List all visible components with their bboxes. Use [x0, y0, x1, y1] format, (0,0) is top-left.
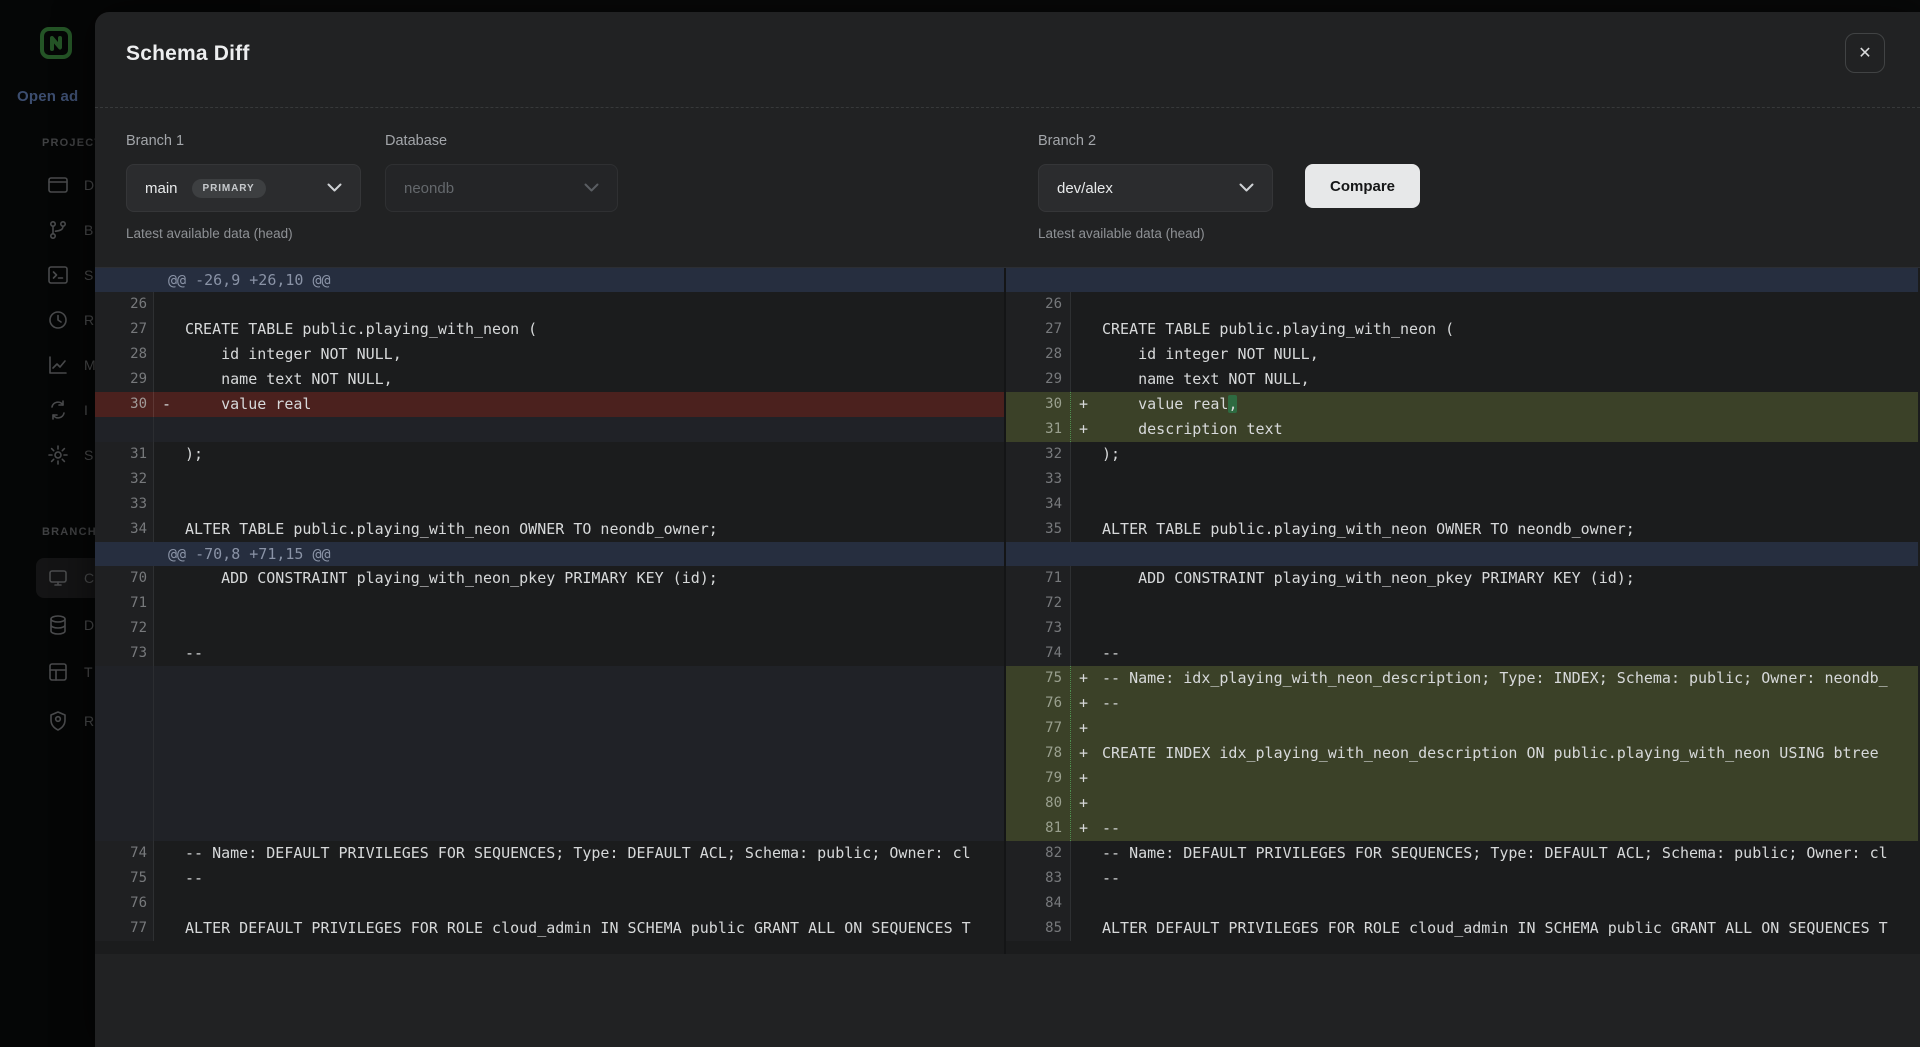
diff-row: 33 — [1006, 467, 1918, 492]
diff-row — [95, 417, 1004, 442]
diff-row: 26 — [1006, 292, 1918, 317]
diff-row: 84 — [1006, 891, 1918, 916]
diff-row: 73-- — [95, 641, 1004, 666]
database-label: Database — [385, 133, 447, 149]
diff-row: 80+ — [1006, 791, 1918, 816]
diff-row: 32); — [1006, 442, 1918, 467]
diff-row: 83-- — [1006, 866, 1918, 891]
diff-row: @@ -26,9 +26,10 @@ — [95, 268, 1004, 292]
diff-row: 77+ — [1006, 716, 1918, 741]
branch1-select[interactable]: main PRIMARY — [126, 164, 361, 212]
header-divider — [95, 107, 1920, 108]
diff-row: 34 — [1006, 492, 1918, 517]
screen: Open ad PROJECT BRANCH DBSRMISCDTR Schem… — [0, 0, 1920, 1047]
diff-row — [95, 766, 1004, 791]
diff-row: 74-- — [1006, 641, 1918, 666]
diff-row: 72 — [1006, 591, 1918, 616]
schema-diff-modal: Schema Diff ✕ Branch 1 main PRIMARY Late… — [95, 12, 1920, 1047]
compare-button[interactable]: Compare — [1305, 164, 1420, 208]
branch2-label: Branch 2 — [1038, 133, 1096, 149]
branch1-value: main — [145, 180, 178, 197]
chevron-down-icon — [584, 179, 599, 197]
diff-row: 29 name text NOT NULL, — [95, 367, 1004, 392]
diff-row: 70 ADD CONSTRAINT playing_with_neon_pkey… — [95, 566, 1004, 591]
diff-row: 29 name text NOT NULL, — [1006, 367, 1918, 392]
diff-row — [95, 691, 1004, 716]
diff-row: 85ALTER DEFAULT PRIVILEGES FOR ROLE clou… — [1006, 916, 1918, 941]
diff-row: 28 id integer NOT NULL, — [1006, 342, 1918, 367]
diff-row: 77ALTER DEFAULT PRIVILEGES FOR ROLE clou… — [95, 916, 1004, 941]
branch2-value: dev/alex — [1057, 180, 1113, 197]
diff-row — [95, 666, 1004, 691]
primary-badge: PRIMARY — [192, 179, 266, 198]
close-icon: ✕ — [1858, 43, 1871, 63]
database-select[interactable]: neondb — [385, 164, 618, 212]
modal-title: Schema Diff — [126, 42, 250, 66]
close-button[interactable]: ✕ — [1845, 33, 1885, 73]
diff-row — [95, 816, 1004, 841]
diff-row — [1006, 268, 1918, 292]
diff-row: 76 — [95, 891, 1004, 916]
chevron-down-icon — [327, 179, 342, 197]
diff-row — [1006, 542, 1918, 566]
diff-row: 71 — [95, 591, 1004, 616]
diff-row: 75+-- Name: idx_playing_with_neon_descri… — [1006, 666, 1918, 691]
diff-row: 74-- Name: DEFAULT PRIVILEGES FOR SEQUEN… — [95, 841, 1004, 866]
diff-row: 31); — [95, 442, 1004, 467]
diff-row: 26 — [95, 292, 1004, 317]
diff-row: 76+-- — [1006, 691, 1918, 716]
diff-row: 34ALTER TABLE public.playing_with_neon O… — [95, 517, 1004, 542]
diff-row — [95, 791, 1004, 816]
branch2-hint: Latest available data (head) — [1038, 226, 1205, 241]
diff-row — [95, 741, 1004, 766]
diff-row: 81+-- — [1006, 816, 1918, 841]
diff-row: 71 ADD CONSTRAINT playing_with_neon_pkey… — [1006, 566, 1918, 591]
diff-row: @@ -70,8 +71,15 @@ — [95, 542, 1004, 566]
diff-row: 30- value real — [95, 392, 1004, 417]
diff-row: 30+ value real, — [1006, 392, 1918, 417]
diff-row: 27CREATE TABLE public.playing_with_neon … — [95, 317, 1004, 342]
diff-row: 32 — [95, 467, 1004, 492]
branch1-hint: Latest available data (head) — [126, 226, 293, 241]
diff-row: 79+ — [1006, 766, 1918, 791]
diff-row: 33 — [95, 492, 1004, 517]
diff-row: 78+CREATE INDEX idx_playing_with_neon_de… — [1006, 741, 1918, 766]
branch1-label: Branch 1 — [126, 133, 184, 149]
diff-row: 82-- Name: DEFAULT PRIVILEGES FOR SEQUEN… — [1006, 841, 1918, 866]
diff-row: 27CREATE TABLE public.playing_with_neon … — [1006, 317, 1918, 342]
diff-row: 75-- — [95, 866, 1004, 891]
diff-row: 31+ description text — [1006, 417, 1918, 442]
schema-diff-viewer[interactable]: @@ -26,9 +26,10 @@2627CREATE TABLE publi… — [95, 267, 1920, 954]
diff-row: 72 — [95, 616, 1004, 641]
diff-row — [95, 716, 1004, 741]
database-value: neondb — [404, 180, 454, 197]
diff-row: 73 — [1006, 616, 1918, 641]
chevron-down-icon — [1239, 179, 1254, 197]
diff-row: 35ALTER TABLE public.playing_with_neon O… — [1006, 517, 1918, 542]
diff-panel-branch2: 2627CREATE TABLE public.playing_with_neo… — [1006, 268, 1918, 954]
branch2-select[interactable]: dev/alex — [1038, 164, 1273, 212]
diff-panel-branch1: @@ -26,9 +26,10 @@2627CREATE TABLE publi… — [95, 268, 1006, 954]
diff-row: 28 id integer NOT NULL, — [95, 342, 1004, 367]
